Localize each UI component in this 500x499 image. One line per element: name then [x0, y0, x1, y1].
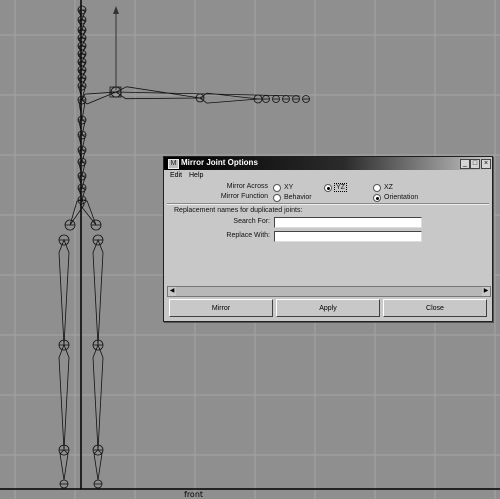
radio-mirror-yz-label: YZ [334, 183, 347, 192]
manipulator-arrow-head [113, 6, 119, 14]
radio-function-behavior-label: Behavior [284, 194, 312, 201]
viewport-label: front [184, 490, 204, 499]
radio-mirror-xz-label: XZ [384, 184, 393, 191]
bone [92, 238, 104, 346]
bone [78, 119, 86, 136]
replace-with-label: Replace With: [226, 232, 270, 239]
bone [92, 343, 104, 451]
maximize-icon[interactable]: □ [470, 159, 480, 169]
horizontal-scrollbar[interactable]: ◀ ▶ [167, 286, 491, 297]
bone [78, 175, 86, 190]
close-button[interactable]: Close [383, 299, 487, 317]
menu-help[interactable]: Help [189, 172, 203, 179]
replace-with-input[interactable] [274, 231, 422, 242]
mirror-function-label: Mirror Function [220, 193, 268, 200]
close-icon[interactable]: × [481, 159, 491, 169]
bone [78, 161, 86, 177]
title-bar[interactable]: M Mirror Joint Options _ □ × [164, 157, 492, 170]
apply-button[interactable]: Apply [276, 299, 380, 317]
bone [78, 9, 86, 22]
scroll-right-icon[interactable]: ▶ [482, 287, 490, 296]
bone [78, 149, 86, 164]
scroll-left-icon[interactable]: ◀ [168, 287, 176, 296]
maya-icon[interactable]: M [168, 159, 179, 169]
bone [78, 85, 86, 101]
bone [78, 134, 86, 151]
bone [78, 19, 86, 32]
radio-mirror-yz[interactable]: YZ [324, 183, 347, 192]
radio-mirror-xz[interactable]: XZ [373, 184, 393, 192]
bone [58, 343, 70, 451]
radio-mirror-xy-label: XY [284, 184, 294, 191]
bone [78, 187, 86, 202]
replacement-heading: Replacement names for duplicated joints: [174, 207, 303, 214]
radio-function-orientation[interactable]: Orientation [373, 194, 418, 202]
mirror-joint-options-dialog: M Mirror Joint Options _ □ × Edit Help M… [163, 156, 493, 322]
search-for-label: Search For: [233, 218, 270, 225]
minimize-icon[interactable]: _ [460, 159, 470, 169]
radio-function-orientation-label: Orientation [384, 194, 419, 201]
search-for-input[interactable] [274, 217, 422, 228]
bone [58, 238, 70, 346]
menu-edit[interactable]: Edit [170, 172, 182, 179]
radio-mirror-xy[interactable]: XY [273, 184, 293, 192]
radio-function-behavior[interactable]: Behavior [273, 194, 312, 202]
dialog-title: Mirror Joint Options [181, 158, 258, 167]
mirror-button[interactable]: Mirror [169, 299, 273, 317]
section-divider [167, 203, 489, 205]
mirror-across-label: Mirror Across [226, 183, 268, 190]
bone [81, 91, 117, 105]
